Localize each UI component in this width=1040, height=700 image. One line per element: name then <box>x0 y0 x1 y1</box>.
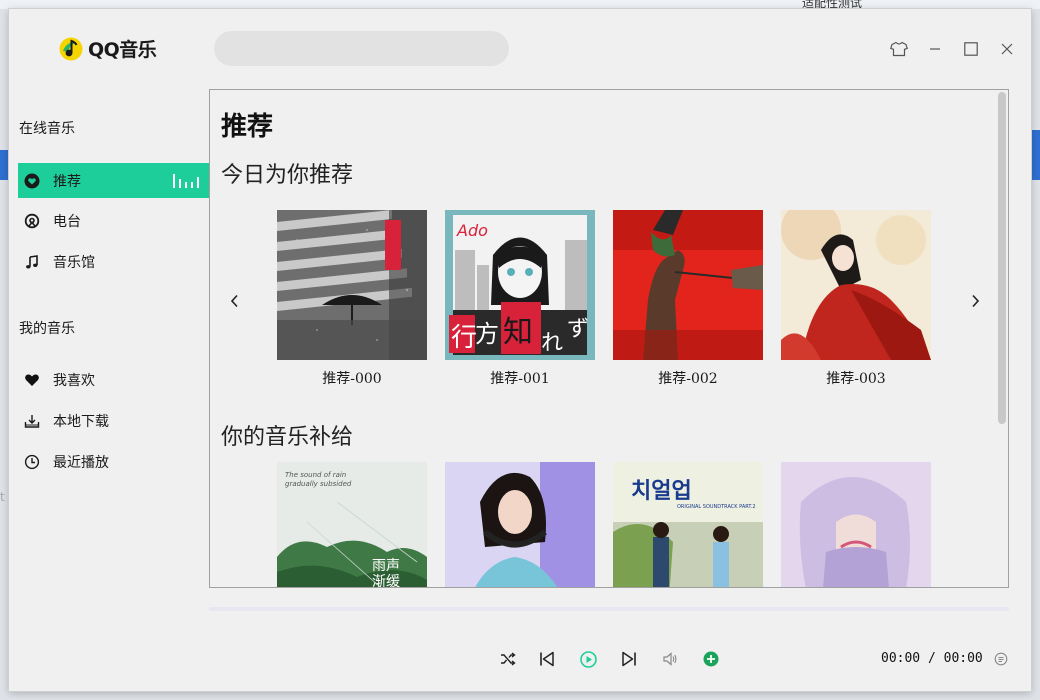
album-cover <box>277 210 427 360</box>
playlist-icon[interactable] <box>991 649 1011 669</box>
playback-progress-bar[interactable] <box>209 607 1009 611</box>
cover-text: 渐缓 <box>372 574 400 588</box>
sidebar-item-label: 音乐馆 <box>53 254 95 271</box>
skin-icon[interactable] <box>889 39 909 59</box>
sidebar-item-local-download[interactable]: 本地下载 <box>18 403 209 438</box>
sidebar-item-label: 推荐 <box>53 173 81 190</box>
album-cover: 치얼업 ORIGINAL SOUNDTRACK PART.2 <box>613 462 763 587</box>
online-music-title: 在线音乐 <box>19 121 75 137</box>
sidebar-item-label: 电台 <box>53 213 81 230</box>
next-icon[interactable] <box>619 649 639 669</box>
play-icon[interactable] <box>578 649 598 669</box>
album-cover <box>613 210 763 360</box>
recommend-card[interactable]: Ado 行 方 知 れ ず 推荐-001 <box>445 210 595 388</box>
cover-text: Ado <box>456 221 488 240</box>
supply-card[interactable]: 치얼업 ORIGINAL SOUNDTRACK PART.2 <box>613 462 763 587</box>
recommend-card[interactable]: 推荐-003 <box>781 210 931 388</box>
shuffle-icon[interactable] <box>498 649 518 669</box>
qq-music-logo-icon <box>59 37 83 61</box>
album-cover <box>781 210 931 360</box>
sidebar-item-recommend[interactable]: 推荐 <box>18 163 209 198</box>
card-label: 推荐-002 <box>658 371 718 387</box>
playing-bars-icon <box>173 174 199 188</box>
sidebar-item-recent[interactable]: 最近播放 <box>18 444 209 479</box>
content-scrollbar[interactable] <box>997 90 1007 587</box>
sidebar: QQ音乐 在线音乐 推荐 电台 音乐馆 我的音乐 我喜欢 本地下载 最近播放 <box>9 9 209 691</box>
sidebar-item-label: 本地下载 <box>53 413 109 430</box>
playback-time: 00:00 / 00:00 <box>881 651 983 666</box>
carousel-next-button[interactable] <box>965 291 985 311</box>
download-icon <box>24 413 40 429</box>
album-cover: Ado 行 方 知 れ ず <box>445 210 595 360</box>
desktop-blue-edge-left <box>0 150 9 180</box>
app-window: QQ音乐 在线音乐 推荐 电台 音乐馆 我的音乐 我喜欢 本地下载 最近播放 推… <box>9 9 1031 691</box>
card-label: 推荐-000 <box>322 371 382 387</box>
cover-text: 知 <box>503 315 533 350</box>
supply-card[interactable]: The sound of rain gradually subsided 雨声 … <box>277 462 427 588</box>
previous-icon[interactable] <box>537 649 557 669</box>
cover-text: 方 <box>475 320 499 348</box>
maximize-icon[interactable] <box>961 39 981 59</box>
my-music-title: 我的音乐 <box>19 321 75 337</box>
radio-icon <box>24 213 40 229</box>
add-icon[interactable] <box>701 649 721 669</box>
chevron-right-icon <box>972 294 980 308</box>
app-logo[interactable]: QQ音乐 <box>58 34 157 62</box>
cover-text: 行 <box>451 323 477 353</box>
today-recommend-title: 今日为你推荐 <box>221 163 354 188</box>
clock-icon <box>24 454 40 470</box>
sidebar-item-favorites[interactable]: 我喜欢 <box>18 362 209 397</box>
carousel-prev-button[interactable] <box>225 291 245 311</box>
album-cover <box>781 462 931 587</box>
recommend-page: 推荐 今日为你推荐 推荐-000 Ado 行 方 知 れ ず 推荐-001 推荐… <box>209 89 1009 588</box>
volume-icon[interactable] <box>660 649 680 669</box>
sidebar-item-label: 最近播放 <box>53 454 109 471</box>
supply-card[interactable] <box>445 462 595 587</box>
cover-text: 雨声 <box>372 558 400 574</box>
desktop-background <box>0 0 1040 9</box>
music-supply-title: 你的音乐补给 <box>221 425 354 450</box>
cover-text: gradually subsided <box>285 480 352 488</box>
page-title: 推荐 <box>221 112 274 142</box>
app-name: QQ音乐 <box>88 38 157 61</box>
close-icon[interactable] <box>997 39 1017 59</box>
cover-text: The sound of rain <box>285 471 346 479</box>
heart-circle-icon <box>24 173 40 189</box>
desktop-blue-edge-right <box>1031 130 1040 180</box>
card-label: 推荐-001 <box>490 371 550 387</box>
sidebar-item-radio[interactable]: 电台 <box>18 203 209 238</box>
top-bar <box>209 9 1031 89</box>
player-bar: 00:00 / 00:00 <box>209 614 1031 691</box>
album-cover: The sound of rain gradually subsided 雨声 … <box>277 462 427 588</box>
sidebar-item-music-hall[interactable]: 音乐馆 <box>18 244 209 279</box>
cover-text: れ <box>541 331 563 356</box>
cover-text: ORIGINAL SOUNDTRACK PART.2 <box>677 504 756 510</box>
heart-icon <box>24 372 40 388</box>
album-cover <box>445 462 595 587</box>
supply-card[interactable] <box>781 462 931 587</box>
recommend-card[interactable]: 推荐-002 <box>613 210 763 388</box>
card-label: 推荐-003 <box>826 371 886 387</box>
search-input[interactable] <box>214 31 509 66</box>
music-note-icon <box>24 254 40 270</box>
cover-text: ず <box>567 317 589 342</box>
recommend-card[interactable]: 推荐-000 <box>277 210 427 388</box>
scrollbar-thumb[interactable] <box>998 92 1006 424</box>
sidebar-item-label: 我喜欢 <box>53 372 95 389</box>
desktop-text-left: t <box>0 490 5 504</box>
minimize-icon[interactable] <box>925 39 945 59</box>
chevron-left-icon <box>230 294 238 308</box>
cover-text: 치얼업 <box>631 479 692 504</box>
